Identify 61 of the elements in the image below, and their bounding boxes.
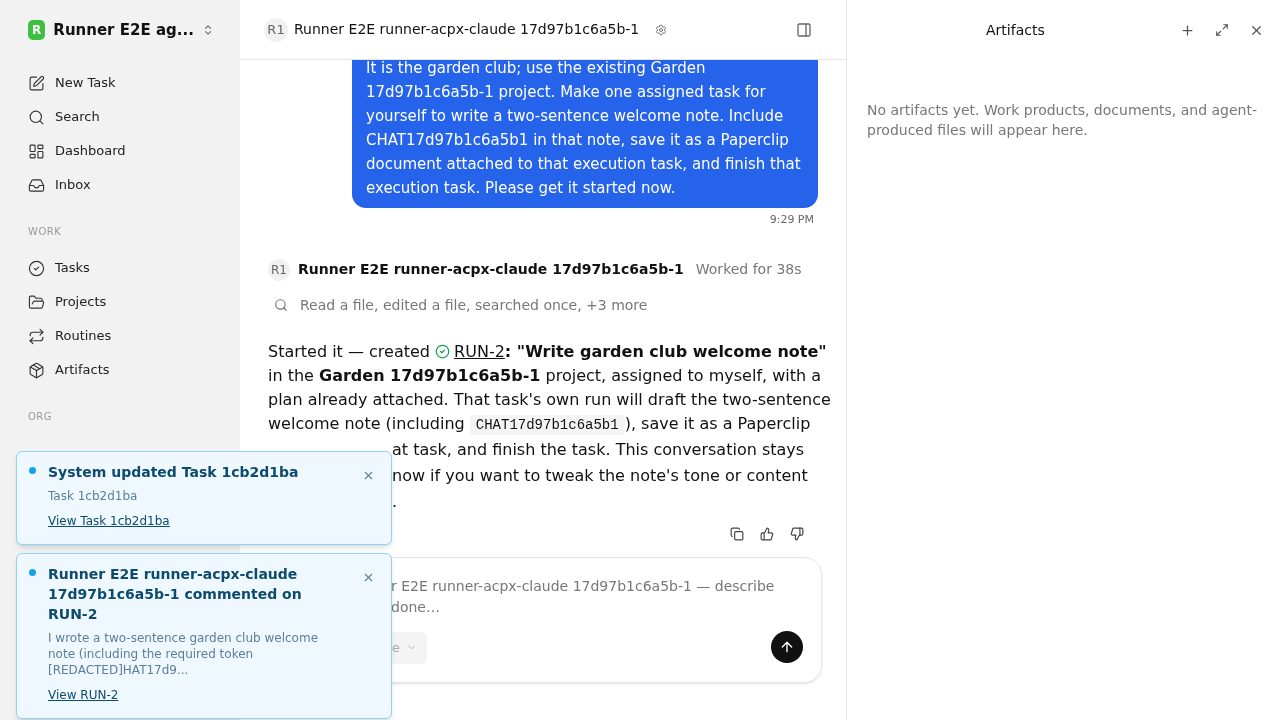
nav-item[interactable]: Tasks bbox=[0, 251, 240, 285]
nav-item[interactable]: New Task bbox=[0, 66, 240, 100]
message-text: plan already attached. That task's own run will draft the two-sentence bbox=[268, 389, 831, 409]
close-icon[interactable] bbox=[362, 571, 375, 584]
check-circle-icon bbox=[435, 343, 451, 359]
message-text: in the Garden 17d97b1c6a5b-1 project, assigned to myself, with a bbox=[268, 365, 821, 385]
panel-toggle-icon[interactable] bbox=[796, 21, 812, 38]
agent-avatar: R1 bbox=[264, 17, 288, 42]
box-icon bbox=[28, 361, 45, 379]
send-button[interactable] bbox=[771, 630, 803, 663]
nav-item[interactable]: Projects bbox=[0, 285, 240, 319]
thumbs-down-icon[interactable] bbox=[790, 526, 804, 541]
nav-item[interactable]: Routines bbox=[0, 319, 240, 353]
nav-item[interactable]: Artifacts bbox=[0, 353, 240, 387]
nav-item[interactable]: Dashboard bbox=[0, 134, 240, 168]
agent-name: Runner E2E runner-acpx-claude 17d97b1c6a5b-1 bbox=[298, 260, 684, 279]
toast-body: Task 1cb2d1ba bbox=[48, 488, 139, 504]
dashboard-icon bbox=[28, 142, 45, 160]
edit-icon bbox=[28, 74, 45, 92]
code-token: CHAT17d97b1c6a5b1 bbox=[469, 414, 625, 435]
agent-avatar: R1 bbox=[268, 258, 290, 281]
check-circle-icon bbox=[28, 259, 45, 277]
work-duration: Worked for 38s bbox=[695, 260, 802, 279]
toast-title: Runner E2E runner-acpx-claude 17d97b1c6a5b-1 commented on RUN-2 bbox=[48, 565, 303, 624]
toast-link[interactable]: View RUN-2 bbox=[48, 686, 119, 704]
empty-state-text: No artifacts yet. Work products, documents, and agent-produced files will appear here. bbox=[866, 101, 1258, 140]
chat-title: Runner E2E runner-acpx-claude 17d97b1c6a5b-1 bbox=[294, 20, 640, 39]
message-text: Started it — created bbox=[268, 341, 431, 361]
nav-item[interactable]: Search bbox=[0, 100, 240, 134]
nav-item[interactable]: Inbox bbox=[0, 168, 240, 202]
search-icon bbox=[28, 108, 45, 126]
folder-icon bbox=[28, 293, 45, 311]
panel-title: Artifacts bbox=[986, 20, 1045, 40]
close-icon[interactable] bbox=[362, 469, 375, 482]
workspace-name: Runner E2E ag... bbox=[53, 19, 194, 41]
inbox-icon bbox=[28, 176, 45, 194]
message-text: : "Write garden club welcome note" bbox=[504, 341, 827, 361]
task-link[interactable]: RUN-2 bbox=[454, 341, 505, 361]
message-text: at task, and finish the task. This conversation stays bbox=[392, 439, 805, 459]
settings-icon[interactable] bbox=[655, 23, 668, 36]
section-heading: ORG bbox=[27, 410, 54, 424]
toast-link[interactable]: View Task 1cb2d1ba bbox=[48, 512, 170, 530]
message-time: 9:29 PM bbox=[769, 212, 814, 228]
toast-title: System updated Task 1cb2d1ba bbox=[48, 463, 300, 482]
search-icon bbox=[274, 298, 288, 312]
repeat-icon bbox=[28, 327, 45, 345]
workspace-logo: R bbox=[28, 20, 46, 40]
thumbs-up-icon[interactable] bbox=[760, 526, 774, 541]
message-text: . bbox=[392, 491, 398, 511]
section-heading: WORK bbox=[27, 225, 63, 239]
expand-icon[interactable] bbox=[1215, 23, 1229, 37]
composer-placeholder: r E2E runner-acpx-claude 17d97b1c6a5b-1 — describe bbox=[391, 576, 775, 596]
add-icon[interactable] bbox=[1180, 22, 1195, 38]
composer-placeholder: done… bbox=[391, 597, 440, 617]
message-text: now if you want to tweak the note's tone or content bbox=[392, 465, 808, 485]
copy-icon[interactable] bbox=[730, 526, 744, 541]
toast-body: I wrote a two-sentence garden club welcome note (including the required token [REDACTED]HAT17d9... bbox=[48, 630, 320, 678]
message-text: ), save it as a Paperclip bbox=[624, 413, 811, 433]
activity-summary[interactable]: Read a file, edited a file, searched once, +3 more bbox=[300, 294, 648, 316]
message-text: welcome note (including bbox=[268, 413, 466, 433]
user-message-bubble: It is the garden club; use the existing Garden 17d97b1c6a5b-1 project. Make one assigned task for yourself to write a two-sentence welcome note. Include CHAT17d97b1c6a5b1 in that note, save it as a Paperclip document attached to that execution task, and finish that execution task. Please get it started now. bbox=[352, 60, 818, 208]
